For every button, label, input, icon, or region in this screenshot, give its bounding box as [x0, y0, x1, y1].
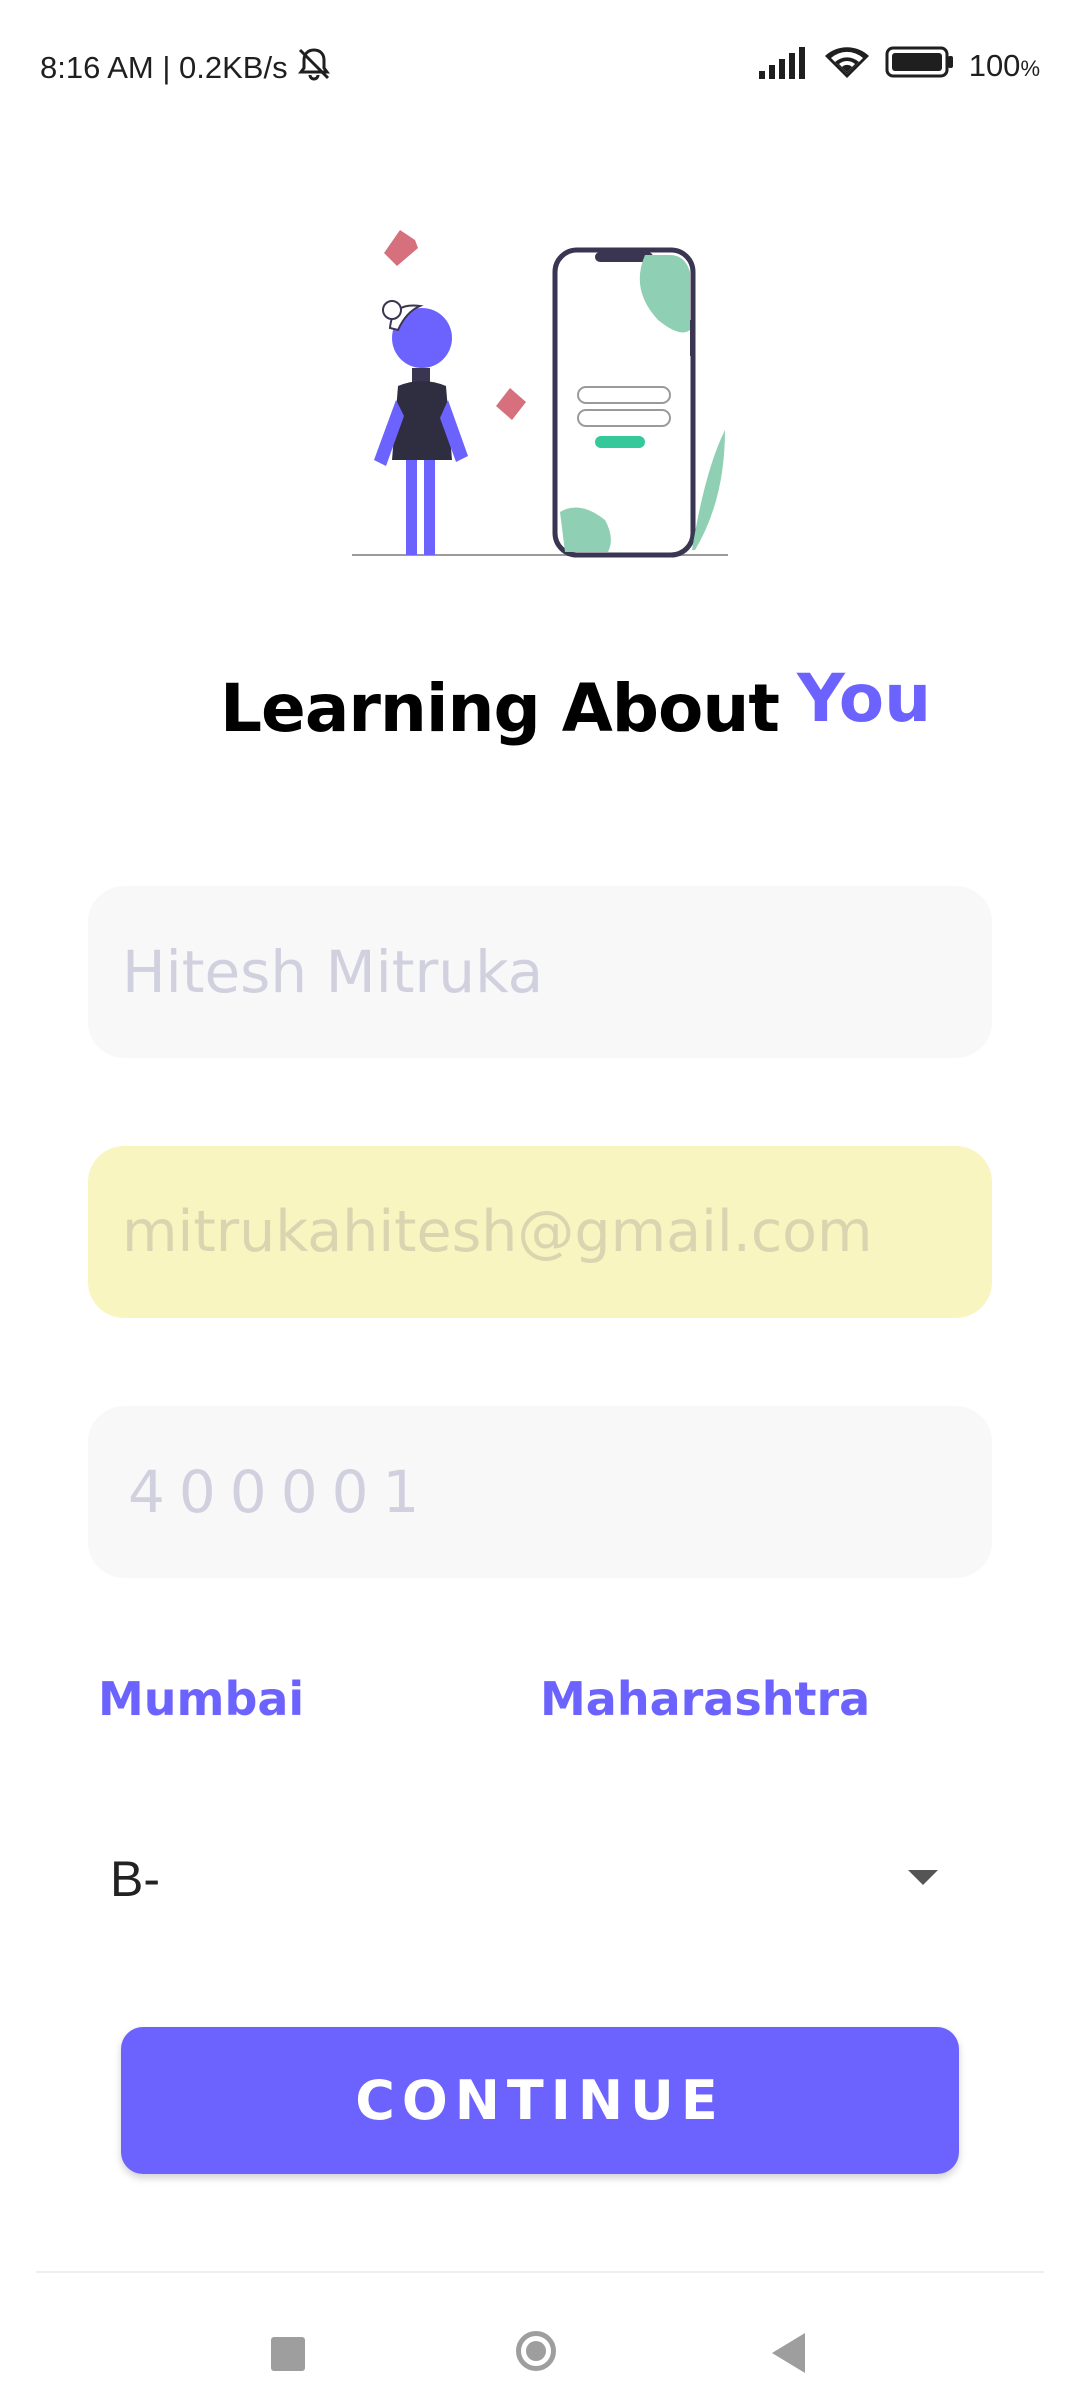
recents-square-icon[interactable]: [271, 2337, 305, 2371]
page-title: Learning About You: [0, 660, 1080, 760]
wifi-icon: [823, 44, 871, 88]
name-field[interactable]: Hitesh Mitruka: [88, 886, 992, 1058]
battery-percent: 100%: [968, 48, 1040, 83]
mute-bell-icon: [294, 44, 334, 92]
email-value: mitrukahitesh@gmail.com: [122, 1199, 873, 1265]
home-circle-icon[interactable]: [516, 2331, 556, 2371]
continue-button[interactable]: CONTINUE: [121, 2027, 959, 2174]
pincode-field[interactable]: 400001: [88, 1406, 992, 1578]
chevron-down-icon: [908, 1870, 938, 1885]
signal-icon: [757, 45, 809, 87]
status-time-speed: 8:16 AM | 0.2KB/s: [40, 50, 288, 85]
city-label: Mumbai: [98, 1672, 305, 1726]
system-nav-bar: [0, 2273, 1080, 2400]
state-label: Maharashtra: [540, 1672, 871, 1726]
pincode-value: 400001: [128, 1458, 434, 1526]
blood-group-selected: B-: [110, 1851, 160, 1907]
title-prefix: Learning About: [220, 670, 780, 747]
blood-group-dropdown[interactable]: B-: [88, 1830, 992, 1940]
status-bar: 8:16 AM | 0.2KB/s 100%: [0, 0, 1080, 130]
name-value: Hitesh Mitruka: [122, 938, 544, 1006]
title-highlight: You: [797, 660, 932, 737]
status-left: 8:16 AM | 0.2KB/s: [40, 44, 334, 92]
status-right: 100%: [757, 44, 1040, 88]
email-field[interactable]: mitrukahitesh@gmail.com: [88, 1146, 992, 1318]
onboarding-illustration: [340, 220, 740, 560]
back-triangle-icon[interactable]: [772, 2333, 805, 2373]
battery-icon: [885, 45, 955, 87]
